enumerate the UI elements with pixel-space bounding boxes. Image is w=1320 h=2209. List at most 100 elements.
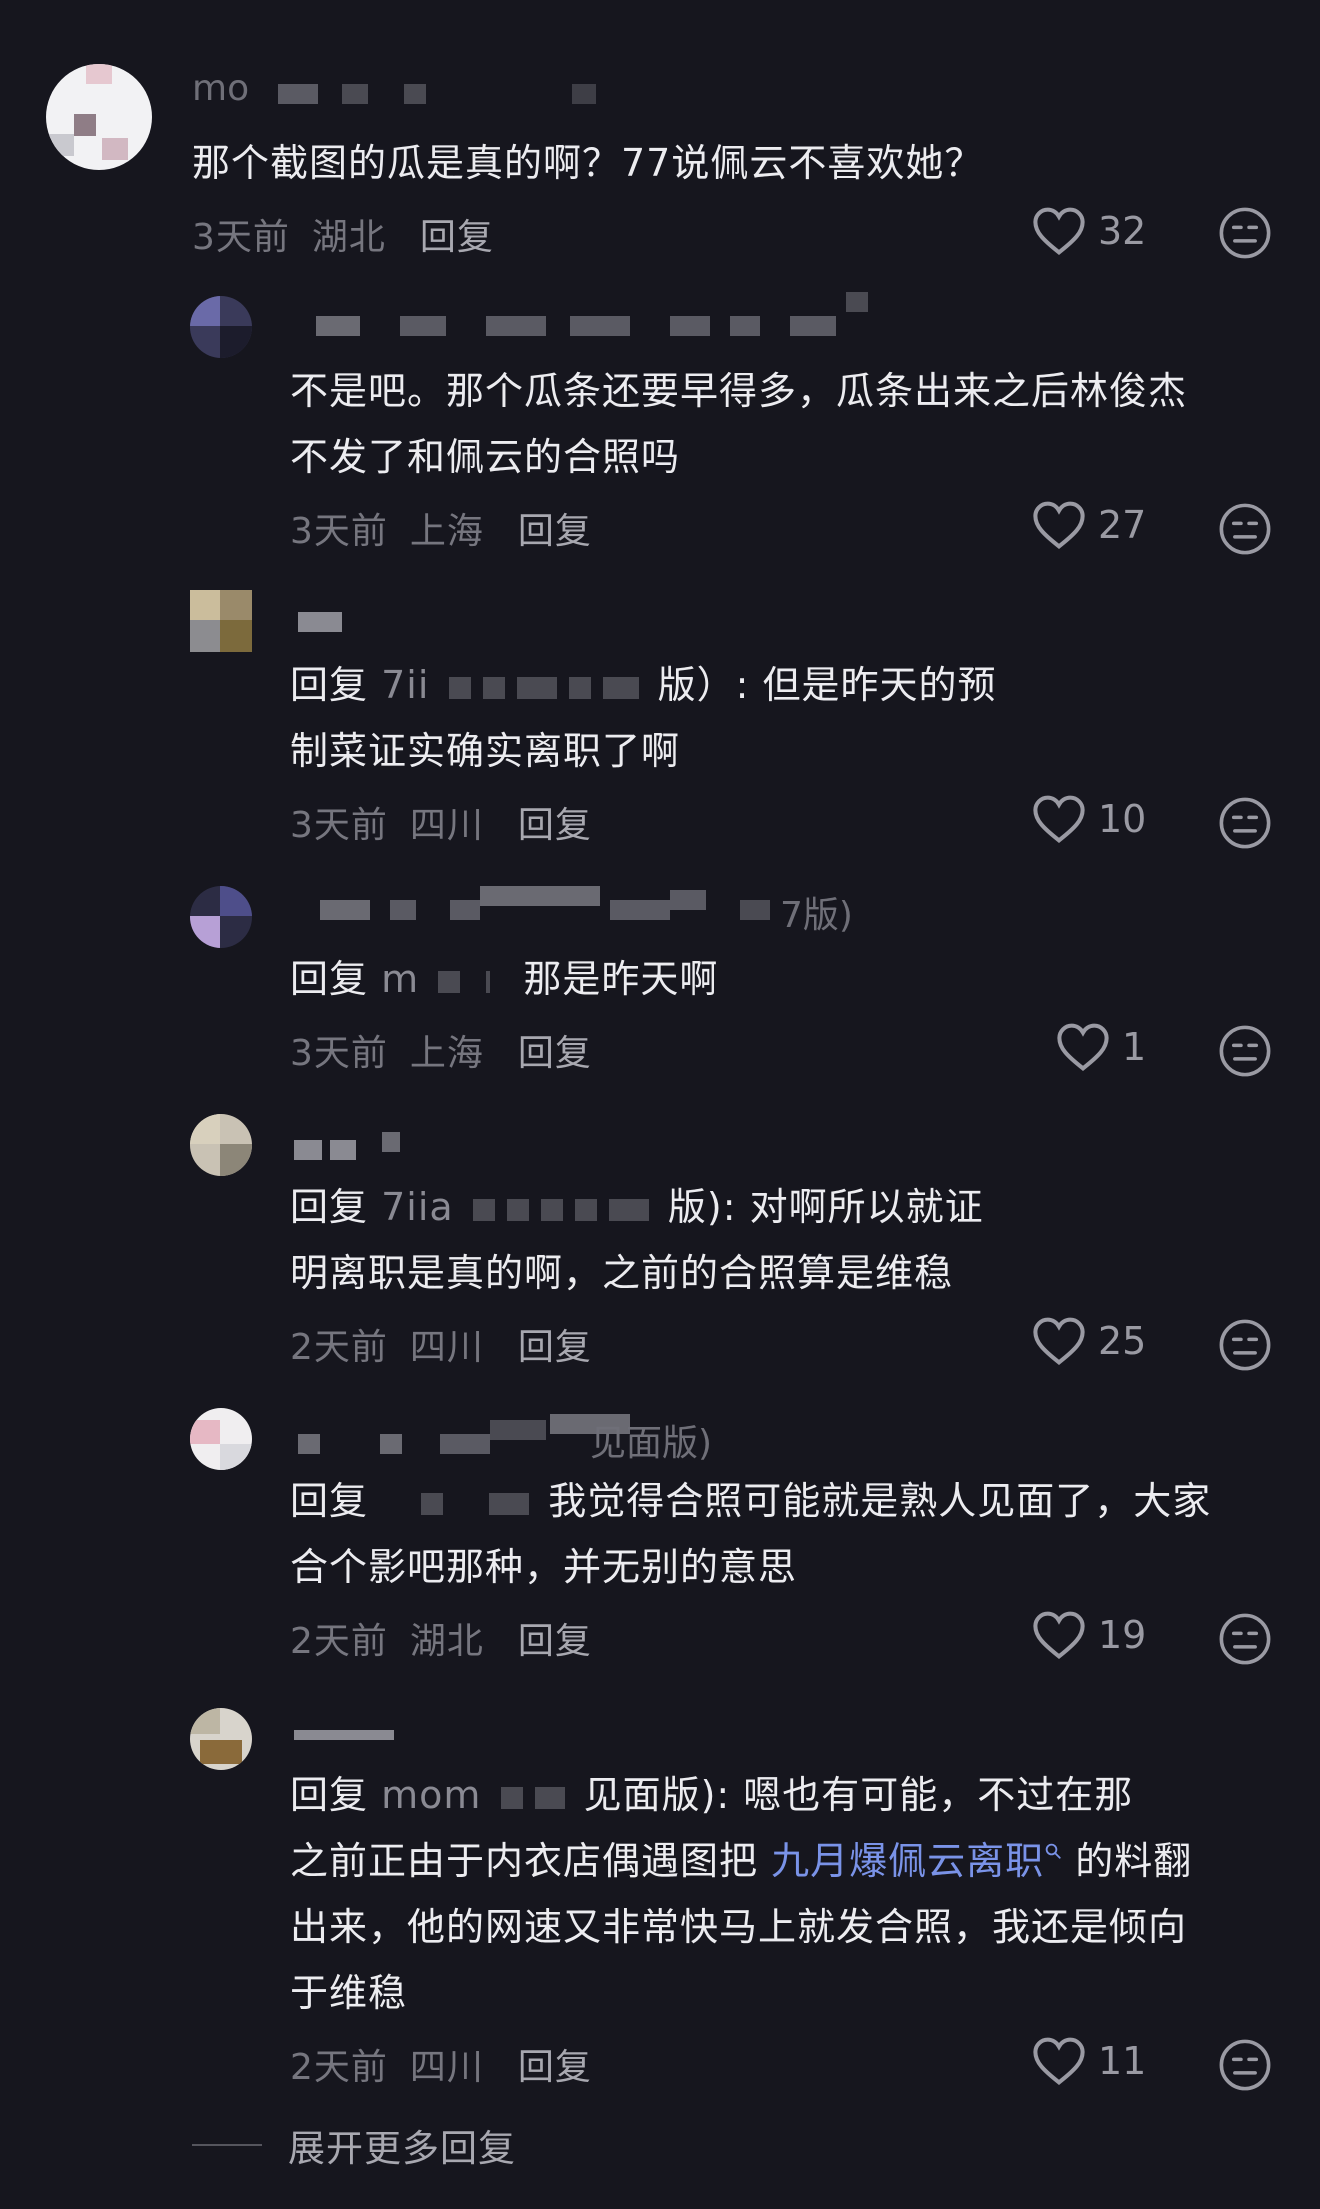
blur-mask (534, 1786, 565, 1809)
like-count: 11 (1098, 2039, 1147, 2083)
reply-prefix: 回复 (290, 1479, 369, 1523)
reply-text-line: 回复 我觉得合照可能就是熟人见面了，大家 (290, 1468, 1211, 1534)
reply-time: 3天前 (290, 1033, 388, 1074)
username-blurred[interactable] (290, 292, 870, 342)
comment-meta: 3天前 湖北 回复 (192, 208, 494, 260)
reply-text-line: 出来，他的网速又非常快马上就发合照，我还是倾向 (290, 1905, 1188, 1949)
neutral-face-icon[interactable] (1218, 796, 1272, 850)
reply-button[interactable]: 回复 (518, 1612, 592, 1664)
reply-meta: 2天前 湖北 回复 (290, 1612, 592, 1664)
expand-more-label[interactable]: 展开更多回复 (288, 2118, 516, 2172)
like-button[interactable]: 10 (1032, 794, 1146, 844)
reply-text-part: 的料翻 (1075, 1839, 1193, 1883)
like-button[interactable]: 19 (1032, 1610, 1146, 1660)
like-button[interactable]: 32 (1032, 206, 1146, 256)
blur-mask (540, 1198, 563, 1221)
like-count: 19 (1098, 1613, 1147, 1657)
reply-button[interactable]: 回复 (518, 502, 592, 554)
blur-mask (506, 1198, 529, 1221)
reply-target-name[interactable]: mom (381, 1773, 481, 1817)
heart-outline-icon (1033, 1611, 1085, 1659)
heart-outline-icon (1033, 2037, 1085, 2085)
reply-text-line: 回复 m 那是昨天啊 (290, 946, 718, 1012)
avatar[interactable] (190, 1114, 252, 1176)
reply-prefix: 回复 (290, 1773, 369, 1817)
username-visible: mo (192, 68, 250, 109)
blur-mask (486, 970, 491, 993)
reply-text-line: 于维稳 (290, 1971, 408, 2015)
reply-text-tail: 那是昨天啊 (523, 957, 719, 1001)
blur-mask (500, 1786, 523, 1809)
reply-target-name[interactable]: m (381, 957, 419, 1001)
like-count: 1 (1122, 1025, 1147, 1069)
username-visible-tail: 见面版) (590, 1423, 713, 1464)
username-blurred[interactable]: 见面版) (290, 1414, 750, 1464)
blur-mask (482, 676, 505, 699)
reply-text-line: 制菜证实确实离职了啊 (290, 729, 681, 773)
like-button[interactable]: 25 (1032, 1316, 1146, 1366)
reply-meta: 3天前 上海 回复 (290, 1024, 592, 1076)
reply-target-name[interactable]: 7iia (381, 1185, 454, 1229)
heart-outline-icon (1033, 501, 1085, 549)
reply-button[interactable]: 回复 (420, 208, 494, 260)
search-icon[interactable] (1044, 1842, 1062, 1860)
reply-button[interactable]: 回复 (518, 796, 592, 848)
reply-text: 回复 mom 见面版): 嗯也有可能，不过在那 之前正由于内衣店偶遇图把 九月爆… (290, 1762, 1192, 2026)
reply-prefix: 回复 (290, 1185, 369, 1229)
reply-meta: 3天前 四川 回复 (290, 796, 592, 848)
avatar[interactable] (190, 1708, 252, 1770)
blur-mask (472, 1198, 495, 1221)
reply-text: 回复 7iia 版): 对啊所以就证 明离职是真的啊，之前的合照算是维稳 (290, 1174, 984, 1306)
reply-location: 上海 (409, 1033, 484, 1074)
reply-text-tail: 版): 对啊所以就证 (667, 1185, 984, 1229)
neutral-face-icon[interactable] (1218, 206, 1272, 260)
blur-mask (489, 1492, 530, 1515)
reply-button[interactable]: 回复 (518, 1318, 592, 1370)
blur-mask (608, 1198, 649, 1221)
reply-meta: 2天前 四川 回复 (290, 1318, 592, 1370)
reply-text: 回复 m 那是昨天啊 (290, 946, 718, 1012)
reply-location: 四川 (409, 805, 484, 846)
reply-time: 3天前 (290, 805, 388, 846)
username-blurred[interactable] (290, 612, 370, 638)
neutral-face-icon[interactable] (1218, 1024, 1272, 1078)
username-visible-tail: 7版) (780, 895, 853, 936)
reply-text-tail: 见面版): 嗯也有可能，不过在那 (583, 1773, 1134, 1817)
like-button[interactable]: 11 (1032, 2036, 1146, 2086)
reply-time: 2天前 (290, 1327, 388, 1368)
like-button[interactable]: 27 (1032, 500, 1146, 550)
reply-location: 湖北 (409, 1621, 484, 1662)
heart-outline-icon (1033, 207, 1085, 255)
neutral-face-icon[interactable] (1218, 502, 1272, 556)
reply-text-line: 回复 7iia 版): 对啊所以就证 (290, 1174, 984, 1240)
reply-location: 上海 (409, 511, 484, 552)
reply-button[interactable]: 回复 (518, 1024, 592, 1076)
like-count: 32 (1098, 209, 1147, 253)
username-blurred[interactable] (290, 1132, 420, 1166)
divider (192, 2144, 262, 2146)
reply-location: 四川 (409, 2047, 484, 2088)
reply-target-name[interactable]: 7ii (381, 663, 429, 707)
avatar[interactable] (190, 886, 252, 948)
neutral-face-icon[interactable] (1218, 2038, 1272, 2092)
avatar[interactable] (46, 64, 152, 170)
username-blurred[interactable]: 7版) (290, 886, 880, 936)
heart-outline-icon (1033, 795, 1085, 843)
expand-more-replies[interactable]: 展开更多回复 (192, 2118, 516, 2172)
reply-time: 3天前 (290, 511, 388, 552)
like-button[interactable]: 1 (1056, 1022, 1146, 1072)
comment-location: 湖北 (311, 217, 386, 258)
avatar[interactable] (190, 1408, 252, 1470)
reply-prefix: 回复 (290, 957, 369, 1001)
search-keyword-link[interactable]: 九月爆佩云离职 (771, 1839, 1044, 1883)
blur-mask (448, 676, 471, 699)
reply-text-tail: 版）: 但是昨天的预 (657, 663, 997, 707)
username-blurred[interactable]: mo (192, 68, 652, 110)
neutral-face-icon[interactable] (1218, 1612, 1272, 1666)
avatar[interactable] (190, 296, 252, 358)
reply-button[interactable]: 回复 (518, 2038, 592, 2090)
avatar[interactable] (190, 590, 252, 652)
username-blurred[interactable] (290, 1728, 430, 1754)
blur-mask (602, 676, 639, 699)
neutral-face-icon[interactable] (1218, 1318, 1272, 1372)
